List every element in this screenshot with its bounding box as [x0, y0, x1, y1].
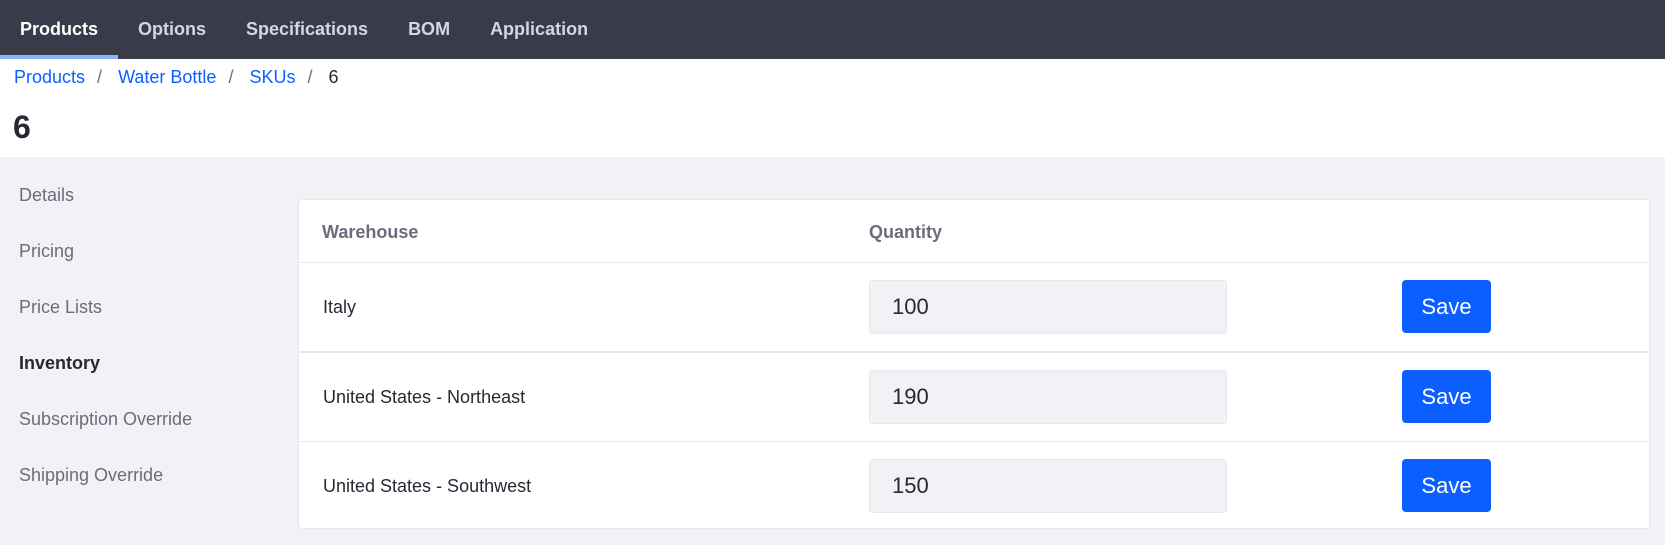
- quantity-input[interactable]: [869, 459, 1227, 513]
- warehouse-name: United States - Southwest: [323, 475, 532, 496]
- breadcrumb-link-skus[interactable]: SKUs: [249, 67, 295, 88]
- breadcrumb-link-water-bottle[interactable]: Water Bottle: [118, 67, 216, 88]
- sidebar-item-price-lists[interactable]: Price Lists: [19, 285, 259, 341]
- tab-application[interactable]: Application: [470, 0, 608, 59]
- breadcrumb-current: 6: [328, 67, 339, 87]
- breadcrumb: Products / Water Bottle / SKUs / 6: [14, 67, 339, 88]
- inventory-table: Warehouse Quantity Italy Save United Sta…: [298, 199, 1650, 529]
- page-header: Products / Water Bottle / SKUs / 6 6: [0, 59, 1665, 157]
- sidebar-item-pricing[interactable]: Pricing: [19, 229, 259, 285]
- sidebar-navigation: Details Pricing Price Lists Inventory Su…: [19, 173, 259, 509]
- column-header-warehouse: Warehouse: [322, 222, 419, 242]
- breadcrumb-separator: /: [228, 67, 234, 87]
- sidebar-item-shipping-override[interactable]: Shipping Override: [19, 453, 259, 509]
- tab-options[interactable]: Options: [118, 0, 226, 59]
- tab-specifications[interactable]: Specifications: [226, 0, 388, 59]
- table-header: Warehouse Quantity: [299, 200, 1649, 263]
- breadcrumb-link-products[interactable]: Products: [14, 67, 85, 88]
- quantity-input[interactable]: [869, 280, 1227, 334]
- table-row: Italy Save: [299, 263, 1649, 353]
- sidebar-item-details[interactable]: Details: [19, 173, 259, 229]
- sidebar-item-inventory[interactable]: Inventory: [19, 341, 259, 397]
- warehouse-name: Italy: [323, 296, 357, 317]
- column-header-quantity: Quantity: [869, 222, 943, 242]
- sidebar-item-subscription-override[interactable]: Subscription Override: [19, 397, 259, 453]
- tab-products[interactable]: Products: [0, 0, 119, 59]
- save-button[interactable]: Save: [1402, 280, 1491, 333]
- save-button[interactable]: Save: [1402, 459, 1491, 512]
- breadcrumb-separator: /: [307, 67, 313, 87]
- top-navigation: Products Options Specifications BOM Appl…: [0, 0, 1665, 59]
- table-row: United States - Southwest Save: [299, 442, 1649, 530]
- tab-bom[interactable]: BOM: [388, 0, 470, 59]
- warehouse-name: United States - Northeast: [323, 386, 526, 407]
- table-row: United States - Northeast Save: [299, 353, 1649, 442]
- main-content: Details Pricing Price Lists Inventory Su…: [0, 157, 1665, 545]
- save-button[interactable]: Save: [1402, 370, 1491, 423]
- page-title: 6: [13, 109, 31, 145]
- quantity-input[interactable]: [869, 370, 1227, 424]
- breadcrumb-separator: /: [97, 67, 103, 87]
